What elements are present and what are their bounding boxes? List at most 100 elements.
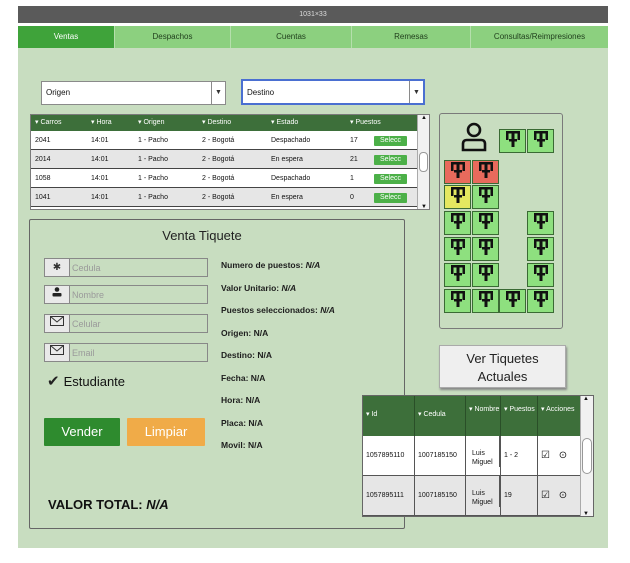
tab-ventas[interactable]: Ventas	[18, 26, 115, 48]
select-button[interactable]: Selecc	[374, 136, 408, 146]
seat-available[interactable]	[527, 263, 554, 287]
column-header-nombre[interactable]: ▾ Nombre	[466, 396, 501, 436]
scrollbar[interactable]: ▲ ▼	[580, 396, 593, 516]
seat-available[interactable]	[527, 289, 554, 313]
seat-available[interactable]	[472, 289, 499, 313]
person-icon	[45, 286, 70, 303]
driver-icon	[460, 122, 488, 154]
cedula-input[interactable]	[72, 260, 206, 275]
seat-available[interactable]	[472, 263, 499, 287]
celular-field[interactable]	[44, 314, 208, 333]
seat-available[interactable]	[527, 129, 554, 153]
seat-available[interactable]	[499, 129, 526, 153]
destino-select[interactable]: Destino ▼	[241, 79, 425, 105]
table-row[interactable]: 1058 14:01 1 - Pacho 2 - Bogotá Despacha…	[31, 169, 429, 188]
column-header-hora[interactable]: ▾ Hora	[91, 115, 138, 131]
view-circle-icon[interactable]: ⊙	[559, 490, 567, 501]
cell-destino: 2 - Bogotá	[202, 194, 235, 201]
seat-taken[interactable]	[444, 160, 471, 184]
seat-available[interactable]	[499, 289, 526, 313]
cedula-field[interactable]: ✱	[44, 258, 208, 277]
cell-hora: 14:01	[91, 175, 109, 182]
scrollbar[interactable]: ▲ ▼	[417, 115, 429, 209]
nombre-input[interactable]	[72, 287, 206, 302]
tab-cuentas[interactable]: Cuentas	[231, 26, 352, 48]
seat-available[interactable]	[472, 237, 499, 261]
select-button[interactable]: Selecc	[374, 174, 408, 184]
view-circle-icon[interactable]: ⊙	[559, 450, 567, 461]
info-label: Destino:	[221, 350, 255, 360]
nombre-field[interactable]	[44, 285, 208, 304]
destino-select-value: Destino	[247, 88, 275, 97]
info-value: N/A	[253, 327, 269, 338]
cell-origen: 1 - Pacho	[138, 194, 168, 201]
column-header-cedula[interactable]: ▾ Cedula	[415, 396, 466, 436]
table-row[interactable]: 1057895110 1007185150 Luis Miguel 1 - 2 ☑…	[363, 436, 593, 476]
scroll-up-icon[interactable]: ▲	[419, 115, 429, 121]
info-label: Origen:	[221, 327, 252, 338]
scroll-up-icon[interactable]: ▲	[583, 396, 589, 402]
table-row[interactable]: 1057895111 1007185150 Luis Miguel 19 ☑ ⊙	[363, 476, 593, 516]
seat-available[interactable]	[444, 289, 471, 313]
seat-available[interactable]	[444, 237, 471, 261]
info-label: Numero de puestos:	[221, 260, 304, 270]
buses-table-header: ▾ Carros ▾ Hora ▾ Origen ▾ Destino ▾ Est…	[31, 115, 429, 131]
table-row[interactable]: 2041 14:01 1 - Pacho 2 - Bogotá Despacha…	[31, 131, 429, 150]
seat-reserved[interactable]	[444, 185, 471, 209]
seat-taken[interactable]	[472, 160, 499, 184]
scrollbar-thumb[interactable]	[419, 152, 428, 172]
table-row[interactable]: 1041 14:01 1 - Pacho 2 - Bogotá En esper…	[31, 188, 429, 207]
cell-estado: Despachado	[271, 137, 311, 144]
table-row[interactable]: 2014 14:01 1 - Pacho 2 - Bogotá En esper…	[31, 150, 429, 169]
vender-button[interactable]: Vender	[44, 418, 120, 446]
info-hora: Hora: N/A	[221, 395, 335, 418]
origen-select[interactable]: Origen ▼	[41, 81, 226, 105]
seat-person-icon	[450, 213, 465, 229]
column-header-id[interactable]: ▾ Id	[363, 396, 415, 436]
select-button[interactable]: Selecc	[374, 155, 408, 165]
column-header-puestos[interactable]: ▾ Puestos	[501, 396, 538, 436]
seat-available[interactable]	[444, 263, 471, 287]
info-value: N/A	[245, 395, 261, 405]
seat-available[interactable]	[527, 237, 554, 261]
asterisk-icon: ✱	[45, 259, 70, 276]
email-field[interactable]	[44, 343, 208, 362]
edit-checkbox-icon[interactable]: ☑	[541, 490, 550, 501]
cell-carro: 2041	[35, 137, 51, 144]
seat-available[interactable]	[472, 185, 499, 209]
main-tabs: Ventas Despachos Cuentas Remesas Consult…	[18, 26, 608, 48]
column-header-origen[interactable]: ▾ Origen	[138, 115, 202, 131]
cell-carro: 1058	[35, 175, 51, 182]
cell-destino: 2 - Bogotá	[202, 137, 235, 144]
scrollbar-thumb[interactable]	[582, 438, 592, 474]
tab-remesas[interactable]: Remesas	[352, 26, 471, 48]
column-header-acciones[interactable]: ▾ Acciones	[538, 396, 581, 436]
email-input[interactable]	[72, 345, 206, 360]
select-button[interactable]: Selecc	[374, 193, 408, 203]
scroll-down-icon[interactable]: ▼	[583, 511, 589, 516]
column-header-destino[interactable]: ▾ Destino	[202, 115, 271, 131]
edit-checkbox-icon[interactable]: ☑	[541, 450, 550, 461]
ver-tiquetes-button[interactable]: Ver Tiquetes Actuales	[439, 345, 566, 388]
cell-puestos: 17	[350, 137, 358, 144]
cell-origen: 1 - Pacho	[138, 137, 168, 144]
seat-available[interactable]	[444, 211, 471, 235]
limpiar-button[interactable]: Limpiar	[127, 418, 205, 446]
scroll-down-icon[interactable]: ▼	[419, 204, 429, 209]
seat-available[interactable]	[527, 211, 554, 235]
column-header-carros[interactable]: ▾ Carros	[31, 115, 91, 131]
tab-consultas[interactable]: Consultas/Reimpresiones	[471, 26, 608, 48]
cell-nombre: Luis Miguel	[469, 476, 500, 507]
info-value: N/A	[247, 440, 263, 450]
info-label: Puestos seleccionados:	[221, 305, 318, 315]
celular-input[interactable]	[72, 316, 206, 331]
estudiante-checkbox[interactable]: ✔ Estudiante	[47, 372, 125, 390]
cell-cedula: 1007185150	[415, 476, 466, 515]
info-numero-puestos: Numero de puestos: N/A	[221, 260, 335, 283]
buses-table: ▾ Carros ▾ Hora ▾ Origen ▾ Destino ▾ Est…	[30, 114, 430, 210]
seat-available[interactable]	[472, 211, 499, 235]
checkmark-icon[interactable]: ✔	[47, 373, 60, 390]
tab-despachos[interactable]: Despachos	[115, 26, 231, 48]
column-header-estado[interactable]: ▾ Estado	[271, 115, 350, 131]
column-header-puestos[interactable]: ▾ Puestos	[350, 115, 381, 131]
